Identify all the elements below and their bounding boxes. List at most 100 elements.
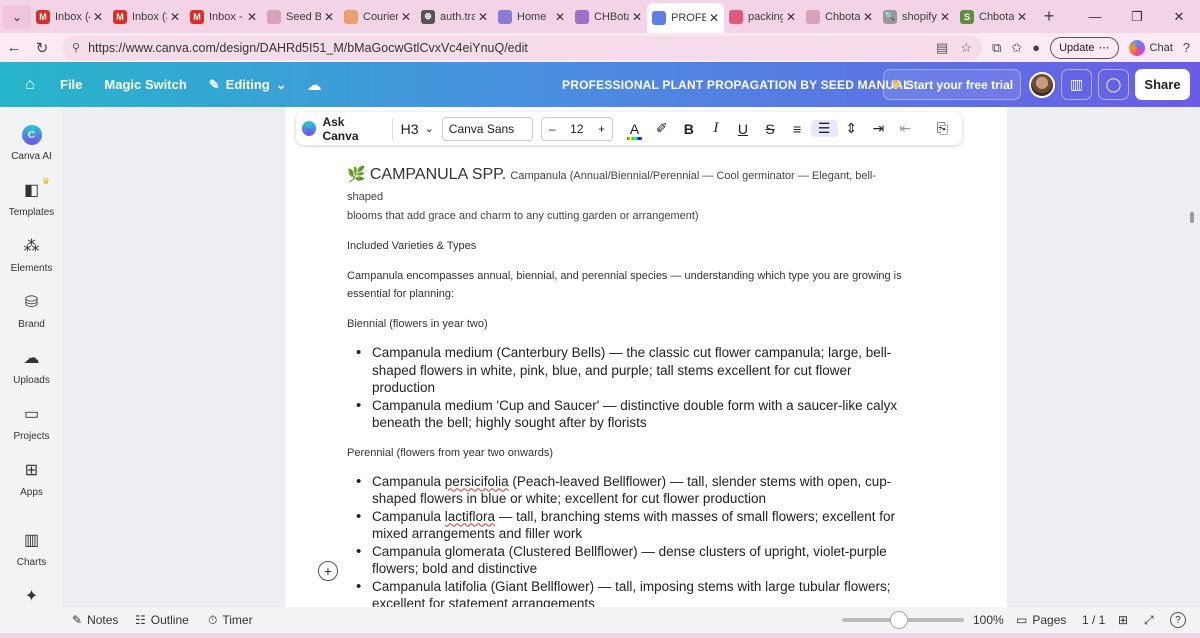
help-icon[interactable]: ? — [1183, 40, 1190, 55]
pages-button[interactable]: ▭ Pages — [1016, 613, 1066, 627]
cloud-saved-icon[interactable]: ☁ — [307, 76, 322, 94]
browser-tab[interactable]: Chbota ✕ — [801, 4, 878, 30]
uploads-icon: ☁ — [23, 350, 40, 367]
browser-tab[interactable]: Seed Bu✕ — [262, 4, 339, 30]
browser-tab[interactable]: M Inbox (4✕ — [31, 4, 108, 30]
sidebar-item-uploads[interactable]: ☁ Uploads — [0, 349, 63, 386]
tab-list-button[interactable]: ⌄ — [3, 4, 31, 29]
zoom-slider-handle[interactable] — [890, 611, 908, 629]
address-bar[interactable]: ⚲ https://www.canva.com/design/DAHRd5I51… — [62, 35, 982, 60]
minimize-icon[interactable]: — — [1074, 9, 1116, 25]
magic-switch-menu[interactable]: Magic Switch — [104, 77, 186, 92]
align-left-icon[interactable]: ≡ — [784, 121, 811, 137]
browser-tab[interactable]: PROFES✕ — [647, 3, 724, 33]
close-window-icon[interactable]: ✕ — [1158, 9, 1200, 25]
tab-close-icon[interactable]: ✕ — [555, 10, 565, 24]
browser-tab[interactable]: CHBota ✕ — [570, 4, 647, 30]
free-trial-button[interactable]: ♛ Start your free trial — [883, 69, 1021, 100]
tab-close-icon[interactable]: ✕ — [786, 10, 796, 24]
browser-tab[interactable]: Courier ✕ — [339, 4, 416, 30]
italic-icon[interactable]: I — [702, 120, 729, 137]
font-family-select[interactable]: Canva Sans — [441, 116, 533, 141]
comment-icon[interactable]: ◯ — [1098, 69, 1129, 100]
list-item[interactable]: Campanula persicifolia (Peach-leaved Bel… — [353, 473, 902, 508]
restore-icon[interactable]: ❐ — [1116, 9, 1158, 25]
favorite-star-icon[interactable]: ☆ — [960, 40, 972, 56]
indent-icon[interactable]: ⇥ — [865, 120, 892, 137]
browser-tab[interactable]: M Inbox (3✕ — [108, 4, 185, 30]
tab-close-icon[interactable]: ✕ — [632, 10, 642, 24]
list-item[interactable]: Campanula lactiflora — tall, branching s… — [353, 508, 902, 543]
reader-icon[interactable]: ▤ — [936, 40, 948, 56]
help-icon[interactable]: ? — [1170, 612, 1186, 628]
back-icon[interactable]: ← — [0, 39, 28, 56]
sidebar-item-templates[interactable]: ◧ Templates — [0, 181, 63, 218]
increase-size-icon[interactable]: + — [598, 122, 605, 136]
section-heading[interactable]: 🌿 CAMPANULA SPP. Campanula (Annual/Bienn… — [347, 165, 902, 207]
avatar[interactable] — [1029, 72, 1055, 98]
grid-view-icon[interactable]: ⊞ — [1118, 613, 1128, 627]
zoom-level[interactable]: 100% — [973, 613, 1004, 627]
reload-icon[interactable]: ↻ — [28, 39, 56, 57]
update-button[interactable]: Update ⋯ — [1050, 36, 1119, 59]
design-title[interactable]: PROFESSIONAL PLANT PROPAGATION BY SEED M… — [562, 78, 911, 92]
bullet-list-icon[interactable]: ☰ — [810, 120, 838, 137]
sidebar-item-canva-ai[interactable]: C Canva AI — [0, 125, 63, 162]
bold-icon[interactable]: B — [675, 121, 702, 137]
outdent-icon[interactable]: ⇤ — [892, 120, 919, 137]
extensions-icon[interactable]: ⧉ — [992, 40, 1001, 56]
tab-close-icon[interactable]: ✕ — [247, 10, 257, 24]
strikethrough-icon[interactable]: S — [756, 121, 783, 137]
browser-tab[interactable]: packing ✕ — [724, 4, 801, 30]
tab-close-icon[interactable]: ✕ — [940, 10, 950, 24]
sidebar-item-projects[interactable]: ▭ Projects — [0, 405, 63, 442]
insights-chart-icon[interactable]: ▥ — [1061, 69, 1092, 100]
editing-mode-dropdown[interactable]: ✎ Editing ⌄ — [209, 77, 287, 93]
fullscreen-icon[interactable]: ⤢ — [1144, 613, 1154, 628]
list-item[interactable]: Campanula medium (Canterbury Bells) — th… — [353, 344, 902, 397]
sidebar-item-brand[interactable]: ⛁ Brand — [0, 293, 63, 330]
tab-close-icon[interactable]: ✕ — [93, 10, 103, 24]
decrease-size-icon[interactable]: – — [549, 122, 556, 136]
scrollbar[interactable] — [1190, 212, 1194, 223]
outline-button[interactable]: ☷ Outline — [135, 613, 189, 627]
font-size-stepper[interactable]: – 12 + — [540, 116, 614, 141]
list-item[interactable]: Campanula medium 'Cup and Saucer' — dist… — [353, 397, 902, 432]
highlight-icon[interactable]: ✐ — [648, 120, 675, 137]
home-icon[interactable]: ⌂ — [0, 76, 60, 94]
browser-tab[interactable]: 🔍 shopify ✕ — [878, 4, 955, 30]
copilot-icon — [1128, 39, 1145, 56]
tab-close-icon[interactable]: ✕ — [170, 10, 180, 24]
document-content[interactable]: 🌿 CAMPANULA SPP. Campanula (Annual/Bienn… — [347, 165, 902, 613]
favorites-icon[interactable]: ✩ — [1011, 40, 1022, 56]
format-painter-icon[interactable]: ⎘ — [929, 120, 956, 137]
tab-close-icon[interactable]: ✕ — [401, 10, 411, 24]
tab-close-icon[interactable]: ✕ — [709, 11, 719, 25]
notes-button[interactable]: ✎ Notes — [72, 613, 118, 627]
share-button[interactable]: Share — [1135, 69, 1190, 100]
sidebar-item-elements[interactable]: ⁂ Elements — [0, 237, 63, 274]
browser-tab[interactable]: S Chbota ✕ — [955, 4, 1032, 30]
browser-tab[interactable]: Home ✕ — [493, 4, 570, 30]
add-block-button[interactable]: + — [318, 561, 338, 581]
site-info-icon[interactable]: ⚲ — [72, 41, 80, 54]
tab-close-icon[interactable]: ✕ — [324, 10, 334, 24]
list-item[interactable]: Campanula glomerata (Clustered Bellflowe… — [353, 543, 902, 578]
browser-tab[interactable]: M Inbox - ✕ — [185, 4, 262, 30]
file-menu[interactable]: File — [60, 77, 82, 92]
heading-style-dropdown[interactable]: H3 ⌄ — [393, 121, 442, 137]
sidebar-item-apps[interactable]: ⊞ Apps — [0, 461, 63, 498]
text-color-icon[interactable]: A — [621, 121, 648, 140]
sidebar-item-charts[interactable]: ▥ Charts — [0, 531, 63, 568]
tab-close-icon[interactable]: ✕ — [478, 10, 488, 24]
timer-button[interactable]: ⏱ Timer — [208, 613, 253, 628]
new-tab-button[interactable]: + — [1036, 6, 1062, 27]
copilot-chat-button[interactable]: Chat — [1128, 39, 1173, 56]
profile-icon[interactable]: ● — [1032, 40, 1040, 55]
browser-tab[interactable]: ⊕ auth.tra ✕ — [416, 4, 493, 30]
spacing-icon[interactable]: ⇕ — [838, 120, 865, 137]
underline-icon[interactable]: U — [729, 121, 756, 137]
tab-close-icon[interactable]: ✕ — [1017, 10, 1027, 24]
ask-canva-button[interactable]: Ask Canva — [302, 115, 393, 143]
tab-close-icon[interactable]: ✕ — [863, 10, 873, 24]
